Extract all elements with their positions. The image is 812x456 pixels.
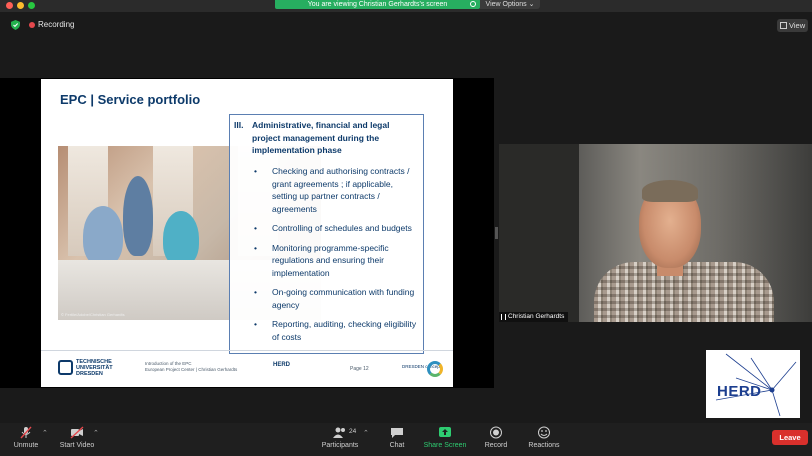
- bullet-item: Monitoring programme-specific regulation…: [230, 242, 425, 280]
- footer-course-info: Introduction of the EPC European Project…: [145, 361, 255, 372]
- presentation-slide: EPC | Service portfolio © Fertile/Adobe/…: [41, 79, 453, 387]
- section-heading: III. Administrative, financial and legal…: [234, 119, 419, 157]
- photo-person: [163, 211, 199, 266]
- section-number: III.: [234, 120, 244, 130]
- chat-label: Chat: [389, 442, 405, 449]
- bullet-list: Checking and authorising contracts / gra…: [230, 165, 425, 350]
- unmute-button[interactable]: Unmute: [8, 426, 44, 449]
- recording-label: Recording: [38, 20, 75, 29]
- service-info-box: III. Administrative, financial and legal…: [229, 114, 424, 354]
- bullet-item: On-going communication with funding agen…: [230, 286, 425, 311]
- participants-options-chevron-icon[interactable]: ⌃: [363, 429, 369, 437]
- chat-icon: [391, 428, 403, 438]
- course-line-2: European Project Center | Christian Gerh…: [145, 366, 238, 372]
- leave-button[interactable]: Leave: [772, 430, 808, 445]
- recording-dot-icon: [29, 22, 35, 28]
- photo-person: [123, 176, 153, 256]
- record-label: Record: [484, 442, 508, 449]
- audio-level-icon: [501, 314, 506, 320]
- video-off-icon: [70, 426, 84, 439]
- speaker-shirt: [594, 262, 774, 322]
- speaker-video-tile[interactable]: [499, 144, 812, 322]
- dresden-concept-logo-icon: [427, 361, 443, 377]
- security-shield-icon[interactable]: [11, 20, 20, 30]
- start-video-label: Start Video: [59, 442, 95, 449]
- muted-microphone-icon: [20, 426, 32, 439]
- herd-footer-logo: HERD: [273, 362, 291, 368]
- participant-name: Christian Gerhardts: [508, 313, 565, 320]
- photo-person: [83, 206, 123, 266]
- participant-name-tag: Christian Gerhardts: [499, 312, 569, 322]
- footer-divider: [41, 350, 453, 351]
- record-button[interactable]: Record: [482, 426, 510, 449]
- audio-options-chevron-icon[interactable]: ⌃: [42, 429, 48, 437]
- slide-title: EPC | Service portfolio: [60, 92, 201, 107]
- herd-logo: HERD: [706, 350, 800, 418]
- view-options-button[interactable]: View Options ⌄: [480, 0, 540, 9]
- page-number: Page 12: [350, 366, 369, 372]
- view-button-label: View: [789, 21, 806, 30]
- bullet-item: Checking and authorising contracts / gra…: [230, 165, 425, 215]
- share-screen-icon: [439, 427, 451, 437]
- participants-count: 24: [349, 428, 357, 435]
- reactions-smiley-icon: [538, 426, 550, 439]
- video-background: [499, 144, 579, 322]
- banner-indicator-icon: [470, 1, 476, 7]
- reactions-label: Reactions: [528, 442, 560, 449]
- start-video-button[interactable]: Start Video: [56, 426, 98, 449]
- record-icon: [490, 426, 502, 439]
- photo-credit: © Fertile/Adobe/Christian Gerhardts: [61, 312, 125, 317]
- participants-icon: [333, 427, 345, 438]
- reactions-button[interactable]: Reactions: [525, 426, 563, 449]
- viewing-screen-text: You are viewing Christian Gerhardts's sc…: [307, 1, 448, 8]
- minimize-window-button[interactable]: [17, 2, 24, 9]
- herd-logo-text: HERD: [717, 383, 762, 400]
- share-screen-label: Share Screen: [423, 442, 467, 449]
- grid-view-icon: [780, 22, 787, 29]
- speaker-hair: [642, 180, 698, 202]
- tu-dresden-logo-icon: [58, 360, 73, 375]
- chat-button[interactable]: Chat: [384, 426, 410, 449]
- close-window-button[interactable]: [6, 2, 13, 9]
- meeting-toolbar: Unmute ⌃ Start Video ⌃ Participants 24 ⌃: [0, 423, 812, 456]
- video-options-chevron-icon[interactable]: ⌃: [93, 429, 99, 437]
- participants-label: Participants: [321, 442, 359, 449]
- section-heading-text: Administrative, financial and legal proj…: [252, 120, 390, 155]
- unmute-label: Unmute: [13, 442, 39, 449]
- view-button[interactable]: View: [777, 19, 808, 32]
- bullet-item: Controlling of schedules and budgets: [230, 222, 425, 235]
- bullet-item: Reporting, auditing, checking eligibilit…: [230, 318, 425, 343]
- university-name: TECHNISCHE UNIVERSITÄT DRESDEN: [76, 359, 113, 377]
- maximize-window-button[interactable]: [28, 2, 35, 9]
- screen-share-banner: You are viewing Christian Gerhardts's sc…: [275, 0, 480, 9]
- panel-resize-handle[interactable]: [495, 227, 498, 239]
- share-screen-button[interactable]: Share Screen: [422, 426, 468, 449]
- zoom-window: You are viewing Christian Gerhardts's sc…: [0, 0, 812, 456]
